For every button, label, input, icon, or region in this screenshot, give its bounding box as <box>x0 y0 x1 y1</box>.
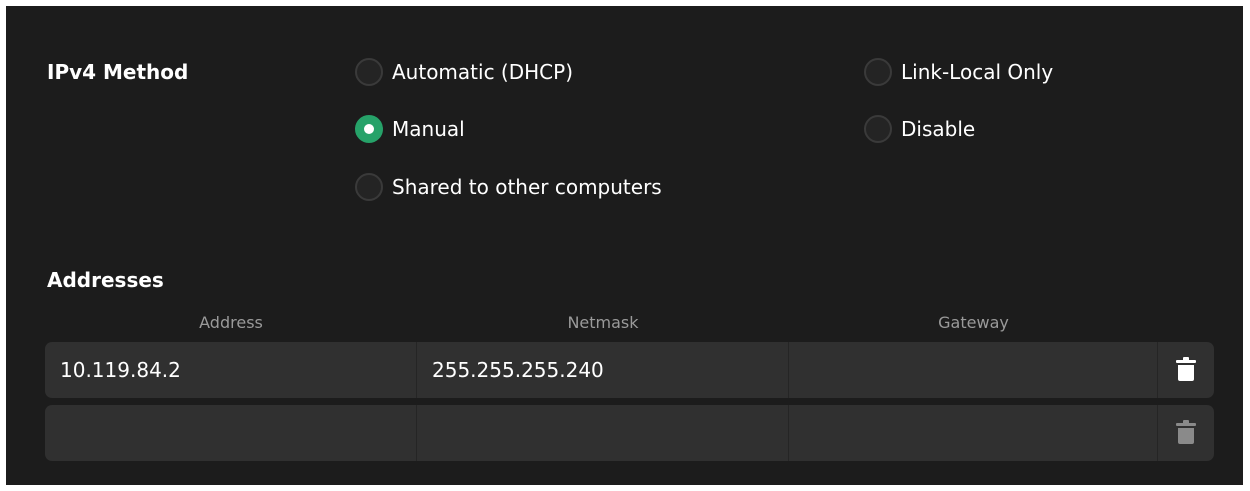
netmask-input[interactable]: 255.255.255.240 <box>417 342 789 398</box>
delete-address-button-disabled <box>1158 405 1214 461</box>
delete-address-button[interactable] <box>1158 342 1214 398</box>
column-header-address: Address <box>199 313 263 332</box>
radio-manual[interactable]: Manual <box>355 113 465 145</box>
radio-link-local-only[interactable]: Link-Local Only <box>864 56 1053 88</box>
radio-label: Shared to other computers <box>392 175 662 199</box>
address-row-empty <box>45 405 1214 461</box>
radio-shared-to-other-computers[interactable]: Shared to other computers <box>355 171 662 203</box>
radio-label: Manual <box>392 117 465 141</box>
trash-icon <box>1176 356 1196 381</box>
addresses-label: Addresses <box>47 268 164 292</box>
column-header-gateway: Gateway <box>938 313 1009 332</box>
gateway-input[interactable] <box>789 405 1158 461</box>
radio-automatic-dhcp[interactable]: Automatic (DHCP) <box>355 56 573 88</box>
column-header-netmask: Netmask <box>567 313 639 332</box>
ipv4-method-label: IPv4 Method <box>47 60 189 84</box>
radio-button-icon <box>864 58 892 86</box>
trash-icon <box>1176 419 1196 444</box>
radio-label: Automatic (DHCP) <box>392 60 573 84</box>
radio-label: Link-Local Only <box>901 60 1054 84</box>
radio-disable[interactable]: Disable <box>864 113 975 145</box>
address-input[interactable]: 10.119.84.2 <box>45 342 417 398</box>
radio-button-icon <box>864 115 892 143</box>
address-input[interactable] <box>45 405 417 461</box>
gateway-input[interactable] <box>789 342 1158 398</box>
radio-button-checked-icon <box>355 115 383 143</box>
address-row: 10.119.84.2 255.255.255.240 <box>45 342 1214 398</box>
netmask-input[interactable] <box>417 405 789 461</box>
radio-button-icon <box>355 173 383 201</box>
radio-label: Disable <box>901 117 976 141</box>
radio-button-icon <box>355 58 383 86</box>
